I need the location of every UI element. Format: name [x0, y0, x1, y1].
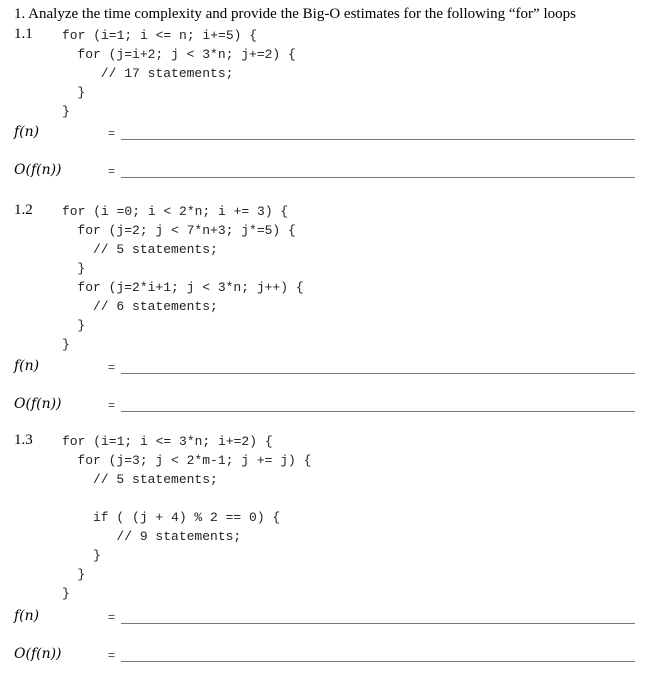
- question-heading: 1. Analyze the time complexity and provi…: [14, 6, 576, 22]
- problem-number: 1.3: [14, 432, 33, 448]
- code-line: }: [62, 586, 70, 601]
- equals-sign: =: [108, 126, 116, 140]
- code-line: for (i =0; i < 2*n; i += 3) {: [62, 204, 289, 219]
- f-of-n-label: f(n): [14, 124, 40, 140]
- code-block: for (i=1; i <= 3*n; i+=2) { for (j=3; j …: [62, 432, 311, 601]
- equals-sign: =: [108, 360, 116, 374]
- code-line: // 6 statements;: [54, 299, 218, 314]
- big-o-label: O(f(n)): [14, 162, 62, 178]
- f-of-n-label: f(n): [14, 358, 40, 374]
- f-of-n-label: f(n): [14, 608, 40, 624]
- big-o-label: O(f(n)): [14, 646, 62, 662]
- code-line: if ( (j + 4) % 2 == 0) {: [54, 510, 281, 525]
- big-o-answer-line[interactable]: [121, 411, 635, 412]
- big-o-answer-line[interactable]: [121, 177, 635, 178]
- code-line: }: [54, 85, 86, 100]
- f-of-n-answer-line[interactable]: [121, 623, 635, 624]
- code-line: for (j=2; j < 7*n+3; j*=5) {: [54, 223, 296, 238]
- problem-number: 1.1: [14, 26, 33, 42]
- code-line: }: [62, 104, 70, 119]
- code-line: // 17 statements;: [54, 66, 234, 81]
- code-block: for (i =0; i < 2*n; i += 3) { for (j=2; …: [62, 202, 304, 352]
- equals-sign: =: [108, 648, 116, 662]
- big-o-answer-line[interactable]: [121, 661, 635, 662]
- equals-sign: =: [108, 164, 116, 178]
- problem-number: 1.2: [14, 202, 33, 218]
- f-of-n-answer-line[interactable]: [121, 373, 635, 374]
- code-line: for (i=1; i <= 3*n; i+=2) {: [62, 434, 273, 449]
- code-line: }: [54, 548, 101, 563]
- big-o-label: O(f(n)): [14, 396, 62, 412]
- code-line: for (j=3; j < 2*m-1; j += j) {: [54, 453, 312, 468]
- code-line: // 5 statements;: [54, 472, 218, 487]
- code-block: for (i=1; i <= n; i+=5) { for (j=i+2; j …: [62, 26, 296, 131]
- code-line: // 9 statements;: [54, 529, 242, 544]
- code-line: for (j=2*i+1; j < 3*n; j++) {: [54, 280, 304, 295]
- f-of-n-answer-line[interactable]: [121, 139, 635, 140]
- code-line: }: [54, 567, 86, 582]
- code-line: // 5 statements;: [54, 242, 218, 257]
- code-line: }: [62, 337, 70, 352]
- code-line: for (j=i+2; j < 3*n; j+=2) {: [54, 47, 296, 62]
- code-line: }: [54, 318, 86, 333]
- code-line: }: [54, 261, 86, 276]
- equals-sign: =: [108, 398, 116, 412]
- equals-sign: =: [108, 610, 116, 624]
- code-line: for (i=1; i <= n; i+=5) {: [62, 28, 258, 43]
